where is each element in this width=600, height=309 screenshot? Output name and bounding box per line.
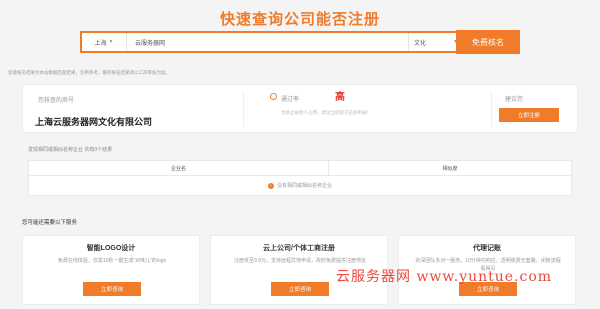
pass-rate-note: 为防止被他人占用，建议立即提交名称申报！: [281, 110, 371, 115]
name-search-bar: 上海 ▼ 云服务器网 文化 ▼ 有限公司 ▼: [80, 31, 520, 53]
city-value: 上海: [94, 40, 107, 47]
divider: [491, 91, 492, 127]
similar-results-title: 发现相同或相似名称企业 共有0个结果: [28, 147, 113, 153]
service-title: 智能LOGO设计: [86, 245, 136, 252]
column-header-similarity: 相似度: [442, 165, 458, 172]
pass-rate-icon: [270, 93, 277, 100]
pass-rate-label: 通过率: [281, 97, 300, 103]
checked-company-name: 上海云服务器网文化有限公司: [35, 117, 153, 127]
similar-results-table: 企业名 相似度 ! 没有相同或相似名称企业: [28, 160, 572, 196]
column-header-company: 企业名: [29, 161, 329, 175]
service-title: 云上公司/个体工商注册: [263, 245, 335, 252]
city-select[interactable]: 上海 ▼: [82, 33, 127, 51]
consult-button[interactable]: 立即咨询: [83, 282, 141, 296]
consult-button[interactable]: 立即咨询: [271, 282, 329, 296]
divider: [243, 91, 244, 127]
checked-name-label: 您核查的商号: [38, 98, 75, 104]
service-card-logo: 智能LOGO设计 免费在线体验，仅需10秒一键生成“对味儿”的logo 立即咨询: [22, 235, 200, 305]
service-title: 代理记账: [473, 245, 501, 252]
industry-value: 文化: [414, 40, 427, 47]
register-now-button[interactable]: 立即注册: [499, 108, 559, 122]
empty-row: ! 没有相同或相似名称企业: [29, 176, 571, 195]
service-description: 免费在线体验，仅需10秒一键生成“对味儿”的logo: [57, 258, 167, 264]
chevron-down-icon: ▼: [108, 39, 114, 45]
suggest-label: 建议您: [505, 97, 524, 103]
page-title: 快速查询公司能否注册: [219, 11, 380, 28]
empty-message: 没有相同或相似名称企业: [276, 183, 332, 189]
watermark: 云服务器网 www.yuntue.com: [336, 269, 553, 285]
company-name-input[interactable]: 云服务器网: [127, 38, 408, 47]
industry-select[interactable]: 文化 ▼: [408, 33, 463, 51]
free-name-check-button[interactable]: 免费核名: [456, 30, 520, 54]
services-title: 您可能还需要以下服务: [22, 220, 78, 226]
table-header: 企业名 相似度: [29, 161, 571, 176]
result-card: 您核查的商号 上海云服务器网文化有限公司 通过率 高 为防止被他人占用，建议立即…: [22, 84, 578, 133]
disclaimer-text: 您能核名结果为本站数据匹配结果，仅供参考，最终核名结果请以工商审核为准。: [8, 70, 170, 75]
info-icon: !: [267, 182, 274, 189]
service-description: 注册低至9.9元，支持远程异地申请，政府免费提供注册地址: [234, 258, 366, 264]
pass-rate-value: 高: [335, 92, 345, 103]
